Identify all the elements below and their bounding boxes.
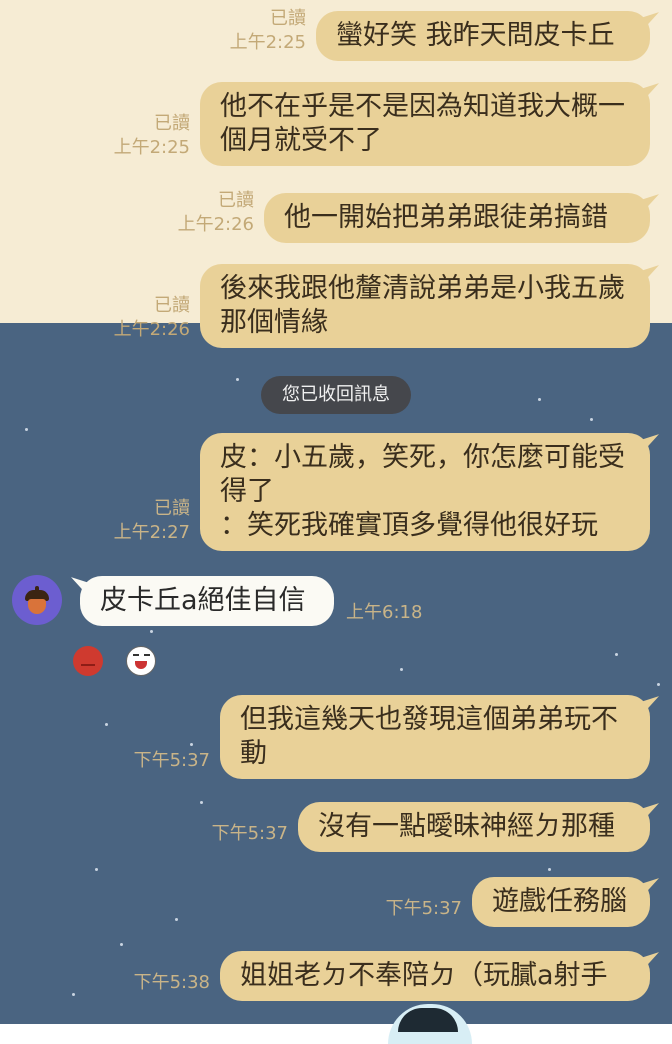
incoming-message-bubble[interactable]: 皮卡丘a絕佳自信: [80, 576, 334, 626]
message-meta: 已讀 上午2:27: [114, 497, 190, 545]
incoming-message-row: 皮卡丘a絕佳自信 上午6:18: [12, 575, 422, 626]
angry-face-icon[interactable]: [73, 646, 103, 676]
message-bubble[interactable]: 姐姐老ㄉ不奉陪ㄉ（玩膩a射手: [220, 951, 650, 1001]
read-receipt: 已讀: [154, 295, 190, 316]
message-time: 上午2:26: [177, 214, 254, 235]
message-row: 已讀 上午2:26 他一開始把弟弟跟徒弟搞錯: [178, 189, 650, 243]
message-time: 下午5:37: [211, 823, 288, 844]
read-receipt: 已讀: [218, 190, 254, 211]
message-row: 下午5:37 遊戲任務腦: [386, 877, 650, 927]
message-row: 已讀 上午2:26 後來我跟他釐清說弟弟是小我五歲那個情緣: [114, 264, 650, 348]
message-bubble[interactable]: 蠻好笑 我昨天問皮卡丘: [316, 11, 650, 61]
message-row: 下午5:37 沒有一點曖昧神經ㄉ那種: [212, 802, 650, 852]
read-receipt: 已讀: [154, 113, 190, 134]
message-meta: 下午5:37: [212, 822, 288, 846]
message-time: 上午2:25: [113, 137, 190, 158]
laughing-face-icon[interactable]: [126, 646, 156, 676]
message-meta: 下午5:38: [134, 971, 210, 995]
message-time: 下午5:38: [133, 972, 210, 993]
message-meta: 下午5:37: [134, 749, 210, 773]
message-bubble[interactable]: 他不在乎是不是因為知道我大概一個月就受不了: [200, 82, 650, 166]
message-meta: 已讀 上午2:25: [114, 112, 190, 160]
message-time: 下午5:37: [133, 750, 210, 771]
message-row: 已讀 上午2:25 蠻好笑 我昨天問皮卡丘: [230, 7, 650, 61]
message-bubble[interactable]: 後來我跟他釐清說弟弟是小我五歲那個情緣: [200, 264, 650, 348]
read-receipt: 已讀: [154, 498, 190, 519]
message-meta: 下午5:37: [386, 897, 462, 921]
message-time: 上午2:26: [113, 319, 190, 340]
message-bubble[interactable]: 皮：小五歲，笑死，你怎麼可能受得了 ：笑死我確實頂多覺得他很好玩: [200, 433, 650, 551]
message-time: 上午2:25: [229, 32, 306, 53]
message-meta: 已讀 上午2:26: [114, 294, 190, 342]
message-meta: 已讀 上午2:25: [230, 7, 306, 55]
message-meta: 已讀 上午2:26: [178, 189, 254, 237]
message-bubble[interactable]: 他一開始把弟弟跟徒弟搞錯: [264, 193, 650, 243]
message-time: 上午2:27: [113, 522, 190, 543]
avatar[interactable]: [12, 575, 62, 625]
message-row: 下午5:37 但我這幾天也發現這個弟弟玩不動: [134, 695, 650, 779]
message-row: 已讀 上午2:25 他不在乎是不是因為知道我大概一個月就受不了: [114, 82, 650, 166]
message-bubble[interactable]: 遊戲任務腦: [472, 877, 650, 927]
system-notice-recalled: 您已收回訊息: [261, 376, 411, 414]
acorn-icon: [25, 586, 49, 614]
message-row: 已讀 上午2:27 皮：小五歲，笑死，你怎麼可能受得了 ：笑死我確實頂多覺得他很…: [114, 433, 650, 551]
message-time: 下午5:37: [385, 898, 462, 919]
message-bubble[interactable]: 但我這幾天也發現這個弟弟玩不動: [220, 695, 650, 779]
message-bubble[interactable]: 沒有一點曖昧神經ㄉ那種: [298, 802, 650, 852]
read-receipt: 已讀: [270, 8, 306, 29]
message-row: 下午5:38 姐姐老ㄉ不奉陪ㄉ（玩膩a射手: [134, 951, 650, 1001]
message-time: 上午6:18: [346, 602, 423, 623]
